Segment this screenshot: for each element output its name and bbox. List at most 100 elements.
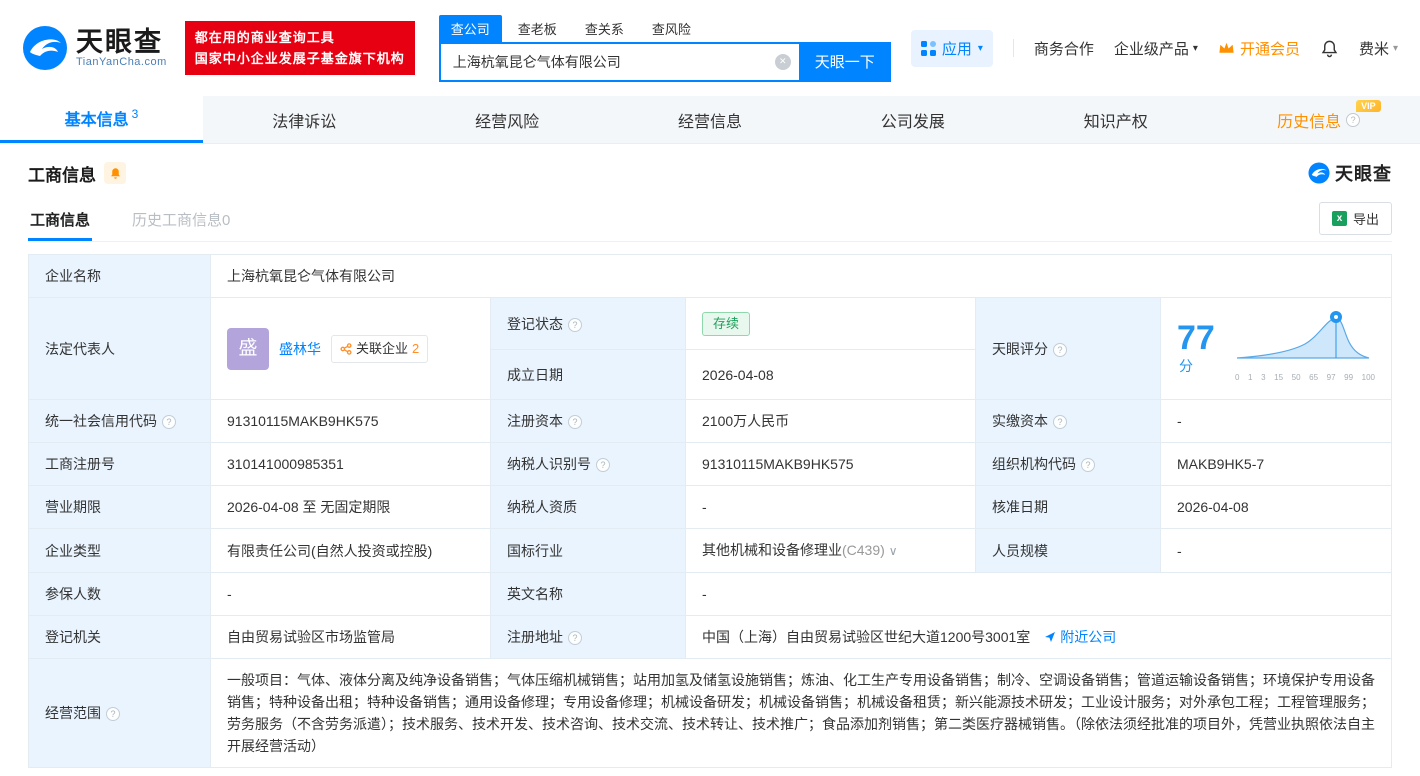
status-badge: 存续 <box>702 311 751 336</box>
section-title: 工商信息 <box>28 165 96 185</box>
enterprise-products-link[interactable]: 企业级产品 ▾ <box>1114 38 1198 59</box>
clear-search-icon[interactable]: ✕ <box>774 53 791 70</box>
related-companies-pill[interactable]: 关联企业 2 <box>331 334 429 363</box>
field-value-business-scope: 一般项目：气体、液体分离及纯净设备销售；气体压缩机械销售；站用加氢及储氢设施销售… <box>210 658 1392 768</box>
subscribe-bell-icon[interactable] <box>104 162 126 184</box>
field-label-insured-count: 参保人数 <box>28 572 211 616</box>
export-label: 导出 <box>1352 212 1379 227</box>
top-header: 天眼查 TianYanCha.com 都在用的商业查询工具 国家中小企业发展子基… <box>0 0 1420 96</box>
table-row: 登记机关 自由贸易试验区市场监管局 注册地址? 中国（上海）自由贸易试验区世纪大… <box>28 615 1392 659</box>
help-icon[interactable]: ? <box>162 415 176 429</box>
divider <box>1012 39 1014 57</box>
help-icon[interactable]: ? <box>1346 112 1361 127</box>
score-value: 77 <box>1177 318 1215 357</box>
field-value-staff-size: - <box>1160 528 1392 573</box>
field-value-score: 77分 0 1 3 15 50 65 97 99 100 <box>1160 297 1392 400</box>
field-label-establish-date: 成立日期 <box>490 349 686 400</box>
subtab-business-registration[interactable]: 工商信息 <box>28 196 93 241</box>
enterprise-products-label: 企业级产品 <box>1113 40 1189 58</box>
field-value-reg-status: 存续 <box>685 296 976 351</box>
apps-button[interactable]: 应用 ▾ <box>910 29 993 67</box>
notification-bell-icon[interactable] <box>1320 39 1339 58</box>
field-label-company-type: 企业类型 <box>28 528 211 573</box>
field-value-company-type: 有限责任公司(自然人投资或控股) <box>210 528 491 573</box>
field-label-industry: 国标行业 <box>490 528 686 573</box>
field-value-business-term: 2026-04-08 至 无固定期限 <box>210 485 491 529</box>
help-icon[interactable]: ? <box>568 317 582 332</box>
field-label-reg-address: 注册地址? <box>490 615 686 659</box>
field-value-legal-rep: 盛 盛林华 关联企业 2 <box>210 297 491 400</box>
section-header: 工商信息 天眼查 <box>28 160 1392 186</box>
search-input[interactable] <box>452 53 775 70</box>
legal-rep-name-link[interactable]: 盛林华 <box>279 338 321 360</box>
tab-operating-risk[interactable]: 经营风险 <box>406 96 609 143</box>
help-icon[interactable]: ? <box>1053 342 1067 357</box>
tianyancha-watermark: 天眼查 <box>1308 160 1392 186</box>
nearby-companies-link[interactable]: 附近公司 <box>1044 626 1116 648</box>
field-label-taxpayer-quality: 纳税人资质 <box>490 485 686 529</box>
industry-code: (C439) <box>842 542 885 558</box>
help-icon[interactable]: ? <box>106 707 120 721</box>
help-icon[interactable]: ? <box>568 415 582 429</box>
search-tab-risk[interactable]: 查风险 <box>640 15 703 42</box>
score-unit: 分 <box>1179 357 1193 374</box>
field-label-legal-rep: 法定代表人 <box>28 297 211 400</box>
field-value-reg-number: 310141000985351 <box>210 442 491 486</box>
crown-icon <box>1219 42 1234 53</box>
promo-banner: 都在用的商业查询工具 国家中小企业发展子基金旗下机构 <box>184 20 415 76</box>
field-value-establish-date: 2026-04-08 <box>685 349 976 400</box>
reg-address-text: 中国（上海）自由贸易试验区世纪大道1200号3001室 <box>702 629 1031 645</box>
chevron-down-icon: ▾ <box>977 42 983 54</box>
open-vip-link[interactable]: 开通会员 <box>1218 38 1300 59</box>
field-label-staff-size: 人员规模 <box>975 528 1161 573</box>
search-box: ✕ <box>438 41 799 82</box>
search-button[interactable]: 天眼一下 <box>798 41 891 82</box>
tianyancha-logo[interactable]: 天眼查 TianYanCha.com <box>22 25 167 71</box>
field-label-business-scope: 经营范围? <box>28 658 211 768</box>
search-tab-relation[interactable]: 查关系 <box>573 15 636 42</box>
legal-rep-avatar[interactable]: 盛 <box>227 327 269 370</box>
table-row: 法定代表人 盛 盛林华 关联企业 2 登记状态 ? 存续 天眼评分 ? 77分 … <box>28 296 1392 400</box>
table-row: 参保人数 - 英文名称 - <box>28 572 1392 616</box>
promo-banner-line1: 都在用的商业查询工具 <box>194 29 335 45</box>
chevron-down-icon[interactable]: ∨ <box>889 544 898 558</box>
field-value-company-name: 上海杭氧昆仑气体有限公司 <box>210 254 1392 298</box>
tab-basic-info[interactable]: 基本信息 3 <box>0 96 203 143</box>
search-area: 查公司 查老板 查关系 查风险 ✕ 天眼一下 <box>438 14 891 82</box>
help-icon[interactable]: ? <box>596 458 610 472</box>
user-menu[interactable]: 费米 ▾ <box>1359 38 1398 59</box>
score-distribution-chart: 0 1 3 15 50 65 97 99 100 <box>1235 308 1375 389</box>
field-value-insured-count: - <box>210 572 491 616</box>
tab-company-development[interactable]: 公司发展 <box>811 96 1014 143</box>
table-row: 工商注册号 310141000985351 纳税人识别号? 91310115MA… <box>28 442 1392 486</box>
export-button[interactable]: x 导出 <box>1318 202 1392 235</box>
subtab-history-business-registration[interactable]: 历史工商信息0 <box>130 196 232 241</box>
field-value-reg-capital: 2100万人民币 <box>685 399 976 443</box>
grid-icon <box>920 40 936 56</box>
help-icon[interactable]: ? <box>568 631 582 645</box>
help-icon[interactable]: ? <box>1081 458 1095 472</box>
search-tab-boss[interactable]: 查老板 <box>506 15 569 42</box>
table-row: 营业期限 2026-04-08 至 无固定期限 纳税人资质 - 核准日期 202… <box>28 485 1392 529</box>
location-arrow-icon <box>1045 632 1056 642</box>
field-label-english-name: 英文名称 <box>490 572 686 616</box>
field-value-org-code: MAKB9HK5-7 <box>1160 442 1392 486</box>
tab-legal-litigation[interactable]: 法律诉讼 <box>203 96 406 143</box>
business-cooperation-link[interactable]: 商务合作 <box>1034 38 1094 59</box>
field-value-credit-code: 91310115MAKB9HK575 <box>210 399 491 443</box>
field-label-credit-code: 统一社会信用代码? <box>28 399 211 443</box>
promo-banner-line2: 国家中小企业发展子基金旗下机构 <box>194 51 405 66</box>
field-value-taxpayer-quality: - <box>685 485 976 529</box>
field-label-reg-number: 工商注册号 <box>28 442 211 486</box>
excel-icon: x <box>1331 211 1347 226</box>
help-icon[interactable]: ? <box>1053 415 1067 429</box>
search-tab-company[interactable]: 查公司 <box>438 14 502 42</box>
brand-name: 天眼查 <box>76 26 163 57</box>
field-value-english-name: - <box>685 572 1392 616</box>
tab-history-info[interactable]: VIP 历史信息 ? <box>1217 96 1420 143</box>
chevron-down-icon: ▾ <box>1392 42 1398 54</box>
table-row: 企业类型 有限责任公司(自然人投资或控股) 国标行业 其他机械和设备修理业(C4… <box>28 528 1392 573</box>
tab-intellectual-property[interactable]: 知识产权 <box>1014 96 1217 143</box>
tab-business-info[interactable]: 经营信息 <box>609 96 812 143</box>
chevron-down-icon: ▾ <box>1192 42 1198 54</box>
